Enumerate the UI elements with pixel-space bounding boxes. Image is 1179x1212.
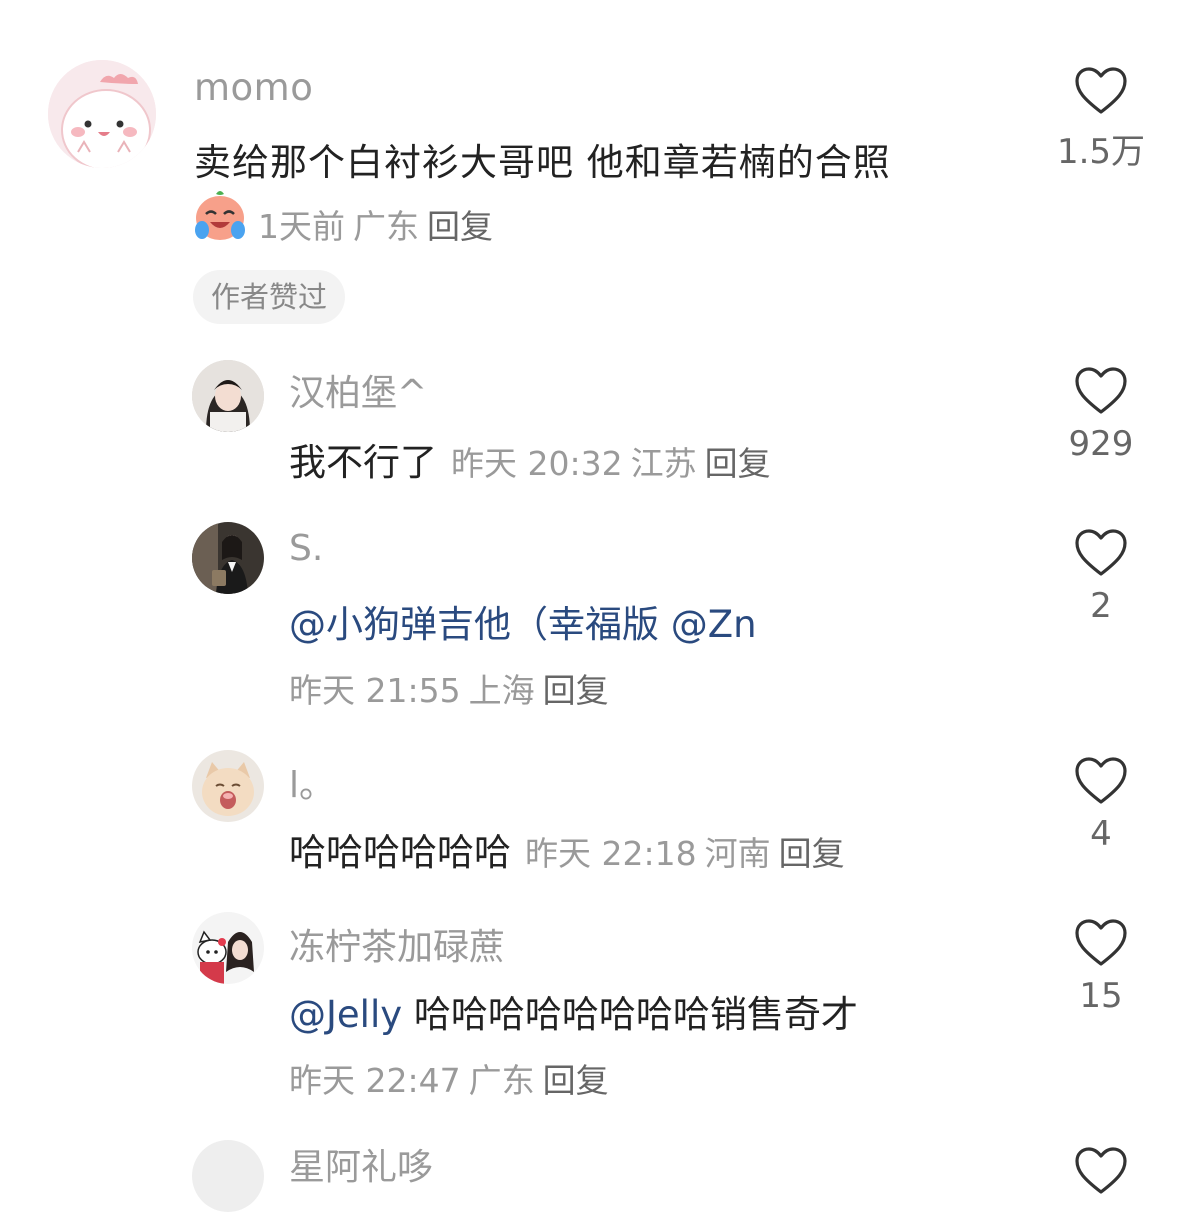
username[interactable]: 汉柏堡^ <box>289 364 427 416</box>
comment-meta: 昨天 20:32 江苏 回复 <box>451 444 771 483</box>
like-control[interactable]: 4 <box>1041 756 1161 854</box>
comment-location: 河南 <box>704 834 771 873</box>
like-count: 929 <box>1068 424 1134 464</box>
like-control[interactable]: 929 <box>1041 366 1161 464</box>
avatar[interactable] <box>192 360 264 432</box>
like-count: 1.5万 <box>1056 132 1146 172</box>
like-count: 4 <box>1090 814 1112 854</box>
like-control[interactable]: 15 <box>1041 918 1161 1016</box>
comment-text-row: 我不行了 昨天 20:32 江苏 回复 <box>289 432 771 486</box>
comment-time: 昨天 21:55 <box>289 671 461 710</box>
comment-time: 昨天 22:18 <box>525 834 697 873</box>
reply-button[interactable]: 回复 <box>705 444 771 483</box>
mention-text[interactable]: @Jelly <box>289 993 402 1036</box>
reply-button[interactable]: 回复 <box>543 1061 609 1100</box>
comment-meta: 昨天 22:18 河南 回复 <box>525 834 845 873</box>
heart-icon[interactable] <box>1074 66 1128 116</box>
comment-text: 卖给那个白衬衫大哥吧 他和章若楠的合照 <box>194 141 891 184</box>
girl-hellokitty-avatar-icon <box>192 912 264 984</box>
comment-text-row: 哈哈哈哈哈哈 昨天 22:18 河南 回复 <box>289 822 845 876</box>
username[interactable]: S. <box>289 528 323 569</box>
avatar[interactable] <box>192 912 264 984</box>
comment-text: 哈哈哈哈哈哈哈哈销售奇才 <box>402 993 858 1036</box>
laughing-crying-emoji-icon <box>195 191 245 240</box>
comment-location: 广东 <box>468 1061 535 1100</box>
comment-location: 广东 <box>353 207 419 246</box>
comment-meta: 昨天 21:55 上海 回复 <box>289 664 609 712</box>
avatar[interactable] <box>192 1140 264 1212</box>
reply-button[interactable]: 回复 <box>427 207 493 246</box>
pink-cartoon-avatar-icon <box>48 60 156 168</box>
heart-icon[interactable] <box>1074 756 1128 806</box>
comment-meta: 1天前 广东 回复 <box>258 200 493 248</box>
avatar[interactable] <box>192 750 264 822</box>
author-liked-badge: 作者赞过 <box>193 270 346 324</box>
like-control[interactable]: 2 <box>1041 528 1161 626</box>
username[interactable]: l。 <box>289 756 335 808</box>
avatar[interactable] <box>48 60 156 168</box>
username[interactable]: 星阿礼哆 <box>289 1138 433 1190</box>
like-count: 15 <box>1079 976 1123 1016</box>
heart-icon[interactable] <box>1074 1146 1128 1196</box>
mention-text[interactable]: @小狗弹吉他（幸福版 @Zn <box>289 594 757 648</box>
reply-button[interactable]: 回复 <box>779 834 845 873</box>
avatar[interactable] <box>192 522 264 594</box>
comment-text: 我不行了 <box>289 441 437 484</box>
like-count: 2 <box>1090 586 1112 626</box>
comment-text: 哈哈哈哈哈哈 <box>289 831 511 874</box>
comment-time: 昨天 20:32 <box>451 444 623 483</box>
girl-photo-avatar-icon <box>192 360 264 432</box>
username[interactable]: momo <box>194 66 313 109</box>
heart-icon[interactable] <box>1074 528 1128 578</box>
username[interactable]: 冻柠茶加碌蔗 <box>289 918 505 970</box>
heart-icon[interactable] <box>1074 366 1128 416</box>
comment-location: 江苏 <box>630 444 697 483</box>
comment-time: 1天前 <box>258 207 345 246</box>
comment-text-row: @Jelly 哈哈哈哈哈哈哈哈销售奇才 <box>289 984 858 1038</box>
heart-icon[interactable] <box>1074 918 1128 968</box>
reply-button[interactable]: 回复 <box>543 671 609 710</box>
like-control[interactable] <box>1041 1146 1161 1196</box>
comment-time: 昨天 22:47 <box>289 1061 461 1100</box>
girl-suit-avatar-icon <box>192 522 264 594</box>
like-control[interactable]: 1.5万 <box>1041 66 1161 173</box>
comment-meta: 昨天 22:47 广东 回复 <box>289 1054 609 1102</box>
cat-avatar-icon <box>192 750 264 822</box>
comment-location: 上海 <box>468 671 535 710</box>
